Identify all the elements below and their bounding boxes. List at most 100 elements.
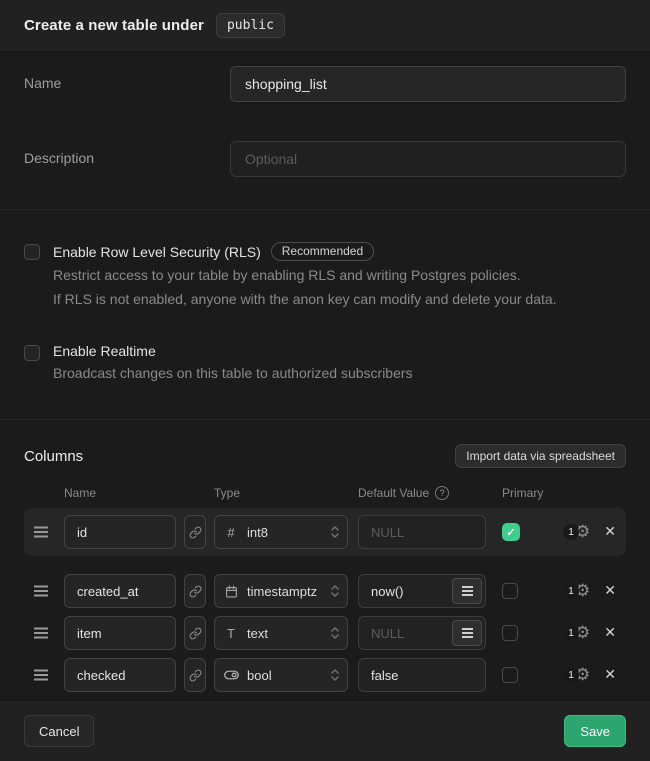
list-icon: [462, 590, 473, 592]
rls-label: Enable Row Level Security (RLS): [53, 244, 261, 260]
link-icon: [189, 627, 202, 640]
realtime-description: Broadcast changes on this table to autho…: [53, 361, 413, 385]
foreign-key-button[interactable]: [184, 616, 206, 650]
default-value-input[interactable]: [358, 658, 486, 692]
column-row-checked: bool 1 ⚙ ✕: [24, 654, 626, 696]
delete-column-button[interactable]: ✕: [604, 583, 616, 599]
help-icon[interactable]: ?: [435, 486, 449, 500]
close-icon: ✕: [604, 583, 616, 599]
chevron-updown-icon: [331, 525, 339, 539]
column-type-value: bool: [247, 668, 323, 683]
delete-column-button[interactable]: ✕: [604, 524, 616, 540]
drag-handle-icon[interactable]: [34, 674, 48, 676]
rls-content: Enable Row Level Security (RLS) Recommen…: [53, 242, 557, 311]
cancel-button[interactable]: Cancel: [24, 715, 94, 747]
columns-table-header: Name Type Default Value ? Primary: [24, 486, 626, 500]
column-name-input[interactable]: [64, 616, 176, 650]
header-type: Type: [214, 486, 358, 500]
settings-count-badge: 1: [563, 524, 579, 540]
primary-checkbox[interactable]: [502, 667, 518, 683]
schema-badge: public: [216, 13, 285, 38]
column-type-value: text: [247, 626, 323, 641]
rls-description-line1: Restrict access to your table by enablin…: [53, 263, 557, 287]
rls-option: Enable Row Level Security (RLS) Recommen…: [24, 242, 626, 311]
realtime-checkbox[interactable]: [24, 345, 40, 361]
description-label: Description: [24, 141, 230, 177]
foreign-key-button[interactable]: [184, 658, 206, 692]
calendar-icon: [223, 585, 239, 598]
create-table-panel: Create a new table under public Name Des…: [0, 0, 650, 761]
column-type-value: int8: [247, 525, 323, 540]
column-row-item: T text 1 ⚙ ✕: [24, 612, 626, 654]
settings-count-badge: 1: [563, 583, 579, 599]
close-icon: ✕: [604, 524, 616, 540]
hash-icon: #: [223, 525, 239, 540]
column-settings-button[interactable]: 1 ⚙: [563, 667, 590, 684]
drag-handle-icon[interactable]: [34, 531, 48, 533]
link-icon: [189, 669, 202, 682]
rls-checkbox[interactable]: [24, 244, 40, 260]
column-settings-button[interactable]: 1 ⚙: [563, 524, 590, 541]
default-value-input[interactable]: [358, 515, 486, 549]
panel-title: Create a new table under: [24, 17, 204, 34]
header-default-value: Default Value: [358, 486, 429, 500]
delete-column-button[interactable]: ✕: [604, 667, 616, 683]
foreign-key-button[interactable]: [184, 515, 206, 549]
recommended-badge: Recommended: [271, 242, 374, 261]
rls-description-line2: If RLS is not enabled, anyone with the a…: [53, 287, 557, 311]
chevron-updown-icon: [331, 626, 339, 640]
column-name-input[interactable]: [64, 515, 176, 549]
name-row: Name: [24, 66, 626, 102]
text-icon: T: [223, 626, 239, 641]
delete-column-button[interactable]: ✕: [604, 625, 616, 641]
column-row-id: # int8 ✓ 1 ⚙ ✕: [24, 508, 626, 556]
panel-footer: Cancel Save: [0, 700, 650, 761]
realtime-label: Enable Realtime: [53, 343, 156, 359]
column-type-select[interactable]: T text: [214, 616, 348, 650]
panel-header: Create a new table under public: [0, 0, 650, 52]
table-name-input[interactable]: [230, 66, 626, 102]
column-type-select[interactable]: bool: [214, 658, 348, 692]
column-type-value: timestamptz: [247, 584, 323, 599]
column-row-created-at: timestamptz 1 ⚙ ✕: [24, 570, 626, 612]
primary-checkbox[interactable]: [502, 625, 518, 641]
column-name-input[interactable]: [64, 658, 176, 692]
column-name-input[interactable]: [64, 574, 176, 608]
column-type-select[interactable]: # int8: [214, 515, 348, 549]
columns-title: Columns: [24, 448, 83, 465]
header-primary: Primary: [502, 486, 543, 500]
realtime-content: Enable Realtime Broadcast changes on thi…: [53, 343, 413, 385]
close-icon: ✕: [604, 625, 616, 641]
check-icon: ✓: [506, 526, 515, 539]
column-settings-button[interactable]: 1 ⚙: [563, 625, 590, 642]
settings-count-badge: 1: [563, 667, 579, 683]
foreign-key-button[interactable]: [184, 574, 206, 608]
link-icon: [189, 526, 202, 539]
header-name: Name: [64, 486, 214, 500]
table-details-section: Name Description: [0, 52, 650, 209]
description-row: Description: [24, 141, 626, 177]
column-type-select[interactable]: timestamptz: [214, 574, 348, 608]
save-button[interactable]: Save: [564, 715, 626, 747]
table-description-input[interactable]: [230, 141, 626, 177]
column-settings-button[interactable]: 1 ⚙: [563, 583, 590, 600]
primary-checkbox[interactable]: [502, 583, 518, 599]
name-label: Name: [24, 66, 230, 102]
table-options-section: Enable Row Level Security (RLS) Recommen…: [0, 209, 650, 419]
suggested-values-button[interactable]: [452, 578, 482, 604]
import-data-button[interactable]: Import data via spreadsheet: [455, 444, 626, 468]
chevron-updown-icon: [331, 668, 339, 682]
list-icon: [462, 632, 473, 634]
drag-handle-icon[interactable]: [34, 632, 48, 634]
settings-count-badge: 1: [563, 625, 579, 641]
link-icon: [189, 585, 202, 598]
columns-rows: # int8 ✓ 1 ⚙ ✕: [24, 508, 626, 696]
columns-section: Columns Import data via spreadsheet Name…: [0, 419, 650, 700]
primary-checkbox[interactable]: ✓: [502, 523, 520, 541]
toggle-icon: [223, 670, 239, 680]
suggested-values-button[interactable]: [452, 620, 482, 646]
close-icon: ✕: [604, 667, 616, 683]
drag-handle-icon[interactable]: [34, 590, 48, 592]
realtime-option: Enable Realtime Broadcast changes on thi…: [24, 343, 626, 385]
chevron-updown-icon: [331, 584, 339, 598]
